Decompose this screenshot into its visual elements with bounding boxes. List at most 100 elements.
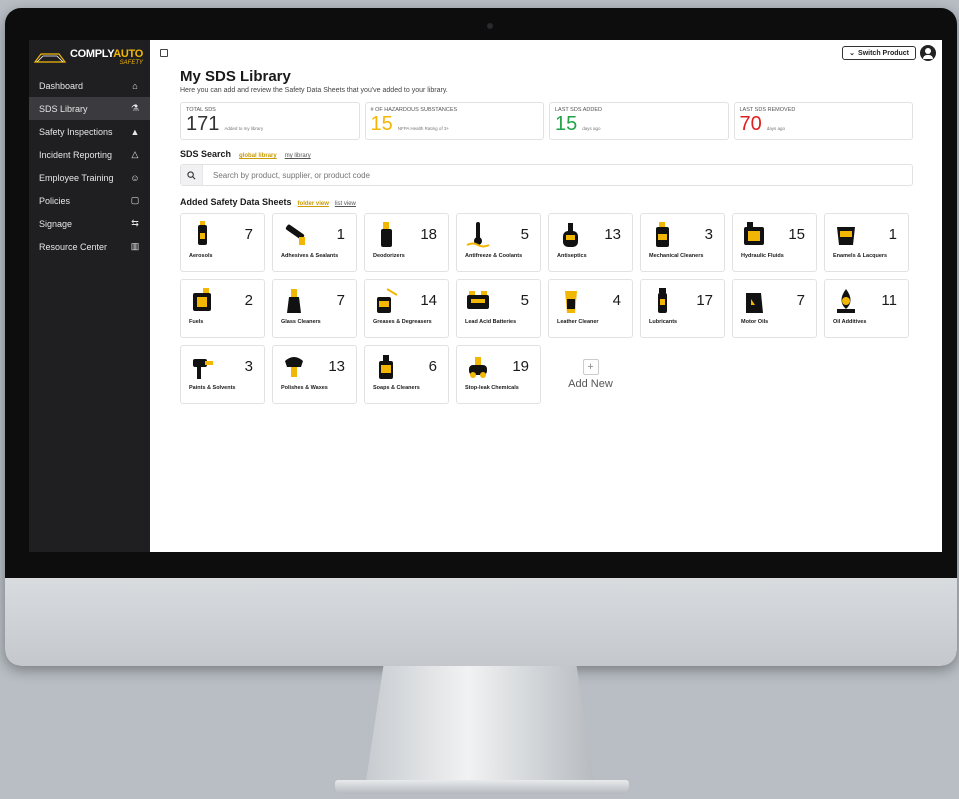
stat-value: 15: [370, 113, 393, 135]
caulk-gun-icon: [285, 224, 305, 245]
stat-note: Added to my library: [224, 126, 264, 131]
category-card[interactable]: 19 Stop-leak Chemicals: [456, 345, 541, 404]
category-label: Oil Additives: [833, 319, 867, 325]
stat-last-sds-removed: LAST SDS REMOVED 70 days ago: [733, 102, 913, 140]
sidebar-item-employee-training[interactable]: Employee Training ☺: [29, 166, 150, 189]
category-label: Greases & Degreasers: [373, 319, 432, 325]
monitor-stand-base: [335, 780, 629, 794]
category-card[interactable]: 2 Fuels: [180, 279, 265, 338]
camera-dot: [487, 23, 493, 29]
list-view-link[interactable]: list view: [335, 201, 356, 207]
folder-view-link[interactable]: folder view: [298, 201, 329, 207]
spray-gun-icon: [193, 359, 213, 379]
category-card[interactable]: 4 Leather Cleaner: [548, 279, 633, 338]
soap-bottle-icon: [379, 355, 393, 379]
category-card[interactable]: 13 Antiseptics: [548, 213, 633, 272]
category-label: Paints & Solvents: [189, 385, 236, 391]
category-card[interactable]: 18 Deodorizers: [364, 213, 449, 272]
search-box: [180, 164, 913, 186]
search-input[interactable]: [203, 170, 912, 180]
car-icon: ▲: [130, 126, 140, 137]
category-card[interactable]: 1 Enamels & Lacquers: [824, 213, 909, 272]
stopleak-icon: [469, 357, 487, 378]
category-count: 7: [336, 291, 345, 309]
category-label: Motor Oils: [741, 319, 769, 325]
sidebar-toggle-icon[interactable]: [160, 49, 168, 57]
category-count: 4: [612, 291, 621, 309]
flask-icon: ⚗: [130, 103, 140, 113]
category-count: 5: [520, 291, 529, 309]
sidebar-item-policies[interactable]: Policies ▢: [29, 189, 150, 212]
sidebar-item-label: Employee Training: [39, 172, 114, 183]
stat-note: days ago: [766, 126, 786, 131]
category-card[interactable]: 11 Oil Additives: [824, 279, 909, 338]
logo[interactable]: COMPLYAUTO SAFETY: [29, 40, 150, 74]
search-icon[interactable]: [181, 165, 203, 185]
stat-label: # OF HAZARDOUS SUBSTANCES: [370, 107, 458, 113]
my-library-link[interactable]: my library: [285, 153, 311, 159]
user-avatar-icon[interactable]: [920, 45, 936, 61]
stat-last-sds-added: LAST SDS ADDED 15 days ago: [549, 102, 729, 140]
sidebar-item-incident-reporting[interactable]: Incident Reporting △: [29, 143, 150, 166]
fuel-can-icon: [193, 288, 211, 311]
category-card[interactable]: 15 Hydraulic Fluids: [732, 213, 817, 272]
category-card[interactable]: 7 Glass Cleaners: [272, 279, 357, 338]
car-logo-icon: [33, 53, 67, 63]
category-count: 7: [244, 225, 253, 243]
monitor-chin: [5, 578, 957, 666]
category-card[interactable]: 14 Greases & Degreasers: [364, 279, 449, 338]
category-count: 7: [796, 291, 805, 309]
category-card[interactable]: 6 Soaps & Cleaners: [364, 345, 449, 404]
category-count: 2: [244, 291, 253, 309]
book-icon: ▥: [130, 241, 140, 251]
sidebar-item-resource-center[interactable]: Resource Center ▥: [29, 235, 150, 258]
switch-product-button[interactable]: ⌄ Switch Product: [842, 46, 916, 60]
category-card[interactable]: 3 Mechanical Cleaners: [640, 213, 725, 272]
category-count: 14: [420, 291, 437, 309]
stat-value: 171: [186, 113, 220, 135]
category-label: Antifreeze & Coolants: [465, 253, 523, 259]
sidebar-item-label: Dashboard: [39, 80, 84, 91]
category-label: Soaps & Cleaners: [373, 385, 420, 391]
category-card[interactable]: 13 Polishes & Waxes: [272, 345, 357, 404]
main-content: ⌄ Switch Product My SDS Library Here you…: [150, 40, 942, 552]
sidebar-item-safety-inspections[interactable]: Safety Inspections ▲: [29, 120, 150, 143]
category-label: Adhesives & Sealants: [281, 253, 339, 259]
oil-drop-icon: [837, 289, 855, 313]
stat-label: LAST SDS REMOVED: [739, 107, 796, 113]
stat-note: days ago: [582, 126, 601, 131]
category-card[interactable]: 5 Lead Acid Batteries: [456, 279, 541, 338]
added-sds-title: Added Safety Data Sheets: [180, 197, 292, 207]
sidebar-item-dashboard[interactable]: Dashboard ⌂: [29, 74, 150, 97]
category-card[interactable]: 3 Paints & Solvents: [180, 345, 265, 404]
trigger-spray-icon: [565, 291, 577, 313]
users-icon: ☺: [130, 172, 140, 183]
stat-total-sds: TOTAL SDS 171 Added to my library: [180, 102, 360, 140]
grease-can-icon: [377, 288, 398, 313]
brand-sub: SAFETY: [119, 59, 144, 66]
sidebar-item-sds-library[interactable]: SDS Library ⚗: [29, 97, 150, 120]
sidebar: COMPLYAUTO SAFETY Dashboard ⌂ SDS Librar…: [29, 40, 150, 552]
spray-bottle-icon: [381, 222, 392, 247]
category-card[interactable]: 17 Lubricants: [640, 279, 725, 338]
global-library-link[interactable]: global library: [239, 153, 277, 159]
sidebar-item-signage[interactable]: Signage ⇆: [29, 212, 150, 235]
category-label: Stop-leak Chemicals: [465, 385, 519, 391]
category-label: Fuels: [189, 319, 204, 325]
category-card[interactable]: 7 Motor Oils: [732, 279, 817, 338]
category-card[interactable]: 1 Adhesives & Sealants: [272, 213, 357, 272]
stat-value: 15: [555, 113, 578, 135]
thermometer-icon: [466, 222, 490, 248]
warning-icon: △: [131, 149, 139, 159]
sidebar-item-label: Incident Reporting: [39, 149, 113, 160]
category-count: 6: [428, 357, 437, 375]
add-new-label: Add New: [568, 378, 613, 390]
sidebar-item-label: Policies: [39, 195, 71, 206]
category-card[interactable]: 7 Aerosols: [180, 213, 265, 272]
add-new-button[interactable]: + Add New: [548, 345, 633, 404]
sidebar-item-label: Signage: [39, 218, 73, 229]
category-label: Mechanical Cleaners: [649, 253, 704, 259]
category-card[interactable]: 5 Antifreeze & Coolants: [456, 213, 541, 272]
aerosol-can-icon: [198, 221, 207, 245]
polisher-icon: [285, 357, 303, 377]
